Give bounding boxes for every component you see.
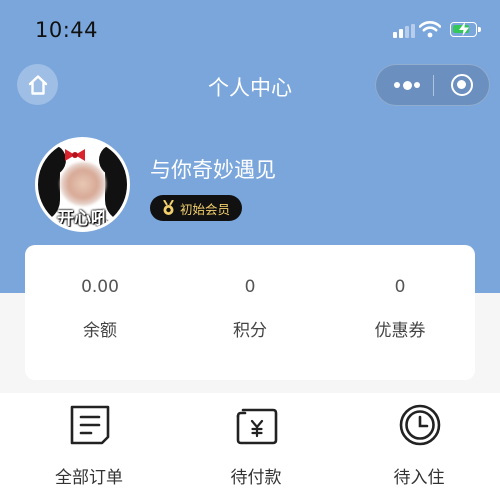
status-time: 10:44 — [35, 18, 99, 42]
avatar-caption: 开心吼 — [57, 209, 108, 229]
status-bar: 10:44 — [0, 0, 500, 58]
bow-icon — [65, 149, 85, 161]
capsule-divider — [433, 75, 434, 96]
order-list-icon — [70, 405, 110, 445]
wallet-yen-icon — [236, 408, 278, 445]
page-title: 个人中心 — [208, 76, 292, 100]
more-dots-icon[interactable] — [394, 65, 420, 105]
stat-value: 0.00 — [81, 277, 119, 297]
avatar[interactable]: 开心吼 — [35, 137, 130, 232]
mini-program-capsule — [375, 64, 490, 106]
battery-charging-icon — [450, 22, 481, 37]
order-checkin-button[interactable]: 待入住 — [336, 393, 500, 500]
orders-row: 全部订单 待付款 待入住 — [0, 393, 500, 500]
order-label: 全部订单 — [55, 468, 123, 488]
order-label: 待付款 — [230, 468, 282, 488]
clock-icon — [399, 404, 441, 446]
stats-card: 0.00 余额 0 积分 0 优惠券 — [25, 245, 475, 380]
home-button[interactable] — [17, 64, 58, 105]
wifi-icon — [419, 21, 441, 38]
avatar-face — [60, 162, 106, 206]
home-icon — [28, 74, 47, 95]
stat-label: 优惠券 — [374, 321, 426, 341]
target-circle-icon[interactable] — [451, 74, 473, 96]
stat-value: 0 — [394, 277, 406, 297]
username: 与你奇妙遇见 — [150, 158, 276, 182]
order-label: 待入住 — [393, 468, 445, 488]
stat-value: 0 — [244, 277, 256, 297]
stat-label: 积分 — [233, 321, 267, 341]
order-unpaid-button[interactable]: 待付款 — [173, 393, 339, 500]
member-level-label: 初始会员 — [180, 201, 231, 217]
order-all-button[interactable]: 全部订单 — [6, 393, 172, 500]
signal-icon — [393, 24, 415, 38]
member-badge[interactable]: 初始会员 — [150, 195, 243, 221]
stat-label: 余额 — [83, 321, 117, 341]
medal-icon — [163, 200, 174, 215]
